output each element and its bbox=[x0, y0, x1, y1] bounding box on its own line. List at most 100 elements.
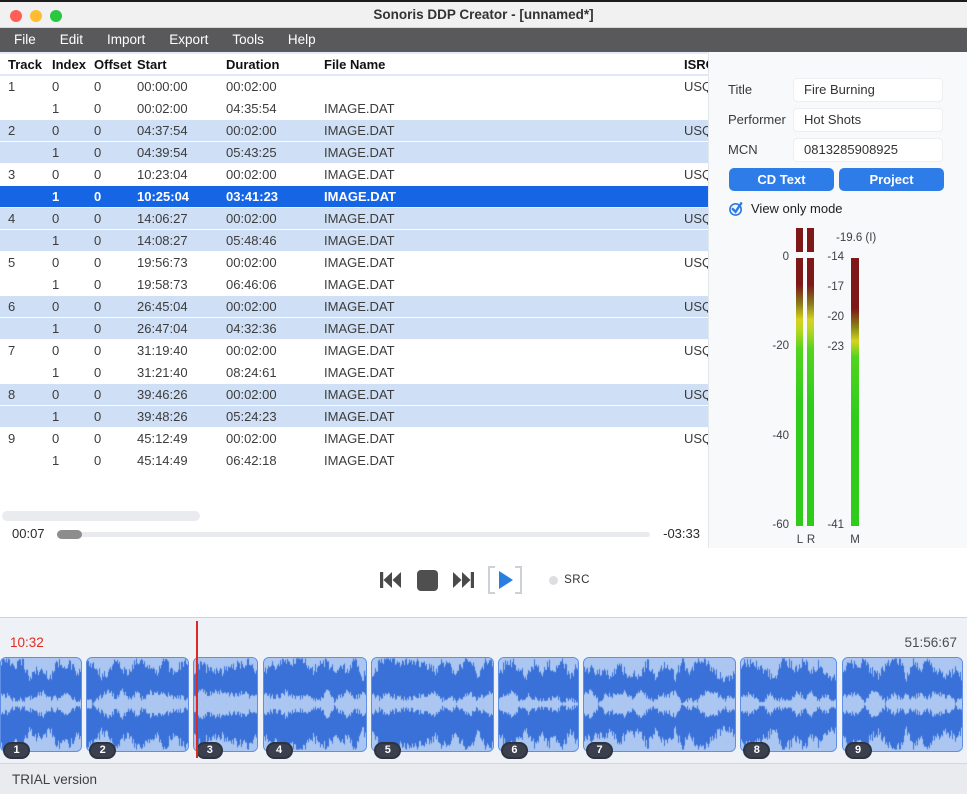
close-window-icon[interactable] bbox=[10, 10, 22, 22]
cell-start: 10:25:04 bbox=[137, 189, 226, 204]
track-number-badge[interactable]: 9 bbox=[845, 742, 872, 759]
cell-file: IMAGE.DAT bbox=[324, 101, 684, 116]
cell-file: IMAGE.DAT bbox=[324, 409, 684, 424]
track-table-panel: TrackIndexOffsetStartDurationFile NameIS… bbox=[0, 52, 708, 548]
table-row[interactable]: 60026:45:0400:02:00IMAGE.DATUSQ bbox=[0, 296, 708, 318]
table-row[interactable]: 1010:25:0403:41:23IMAGE.DAT bbox=[0, 186, 708, 208]
cell-track: 6 bbox=[8, 299, 52, 314]
waveform-clip-2[interactable] bbox=[86, 657, 189, 752]
previous-track-button[interactable] bbox=[377, 567, 403, 593]
cell-file: IMAGE.DAT bbox=[324, 277, 684, 292]
src-indicator-icon bbox=[549, 576, 558, 585]
track-number-badge[interactable]: 6 bbox=[501, 742, 528, 759]
cell-offset: 0 bbox=[94, 145, 137, 160]
playhead-line[interactable] bbox=[196, 621, 198, 758]
cell-file: IMAGE.DAT bbox=[324, 123, 684, 138]
cell-offset: 0 bbox=[94, 387, 137, 402]
next-track-button[interactable] bbox=[451, 567, 477, 593]
column-header-file[interactable]: File Name bbox=[324, 57, 684, 72]
channel-label-m: M bbox=[848, 534, 862, 546]
table-row[interactable]: 1004:39:5405:43:25IMAGE.DAT bbox=[0, 142, 708, 164]
waveform-clip-9[interactable] bbox=[842, 657, 963, 752]
column-header-isrc[interactable]: ISRC bbox=[684, 57, 708, 72]
cell-isrc: USQ bbox=[684, 255, 708, 270]
table-row[interactable]: 1019:58:7306:46:06IMAGE.DAT bbox=[0, 274, 708, 296]
column-header-index[interactable]: Index bbox=[52, 57, 94, 72]
cell-index: 0 bbox=[52, 79, 94, 94]
horizontal-scrollbar[interactable] bbox=[2, 511, 200, 521]
cell-offset: 0 bbox=[94, 101, 137, 116]
src-indicator-group[interactable]: SRC bbox=[549, 574, 590, 586]
meter-clip-right bbox=[807, 228, 814, 252]
column-header-offset[interactable]: Offset bbox=[94, 57, 137, 72]
waveform-clip-4[interactable] bbox=[263, 657, 368, 752]
cell-start: 45:12:49 bbox=[137, 431, 226, 446]
zoom-window-icon[interactable] bbox=[50, 10, 62, 22]
table-row[interactable]: 80039:46:2600:02:00IMAGE.DATUSQ bbox=[0, 384, 708, 406]
waveform-clip-6[interactable] bbox=[498, 657, 579, 752]
track-number-badge[interactable]: 7 bbox=[586, 742, 613, 759]
cell-index: 0 bbox=[52, 299, 94, 314]
cell-offset: 0 bbox=[94, 343, 137, 358]
seek-slider-thumb[interactable] bbox=[57, 530, 82, 539]
table-row[interactable]: 10000:00:0000:02:00USQ bbox=[0, 76, 708, 98]
cell-file: IMAGE.DAT bbox=[324, 387, 684, 402]
waveform-clip-8[interactable] bbox=[740, 657, 837, 752]
window-title: Sonoris DDP Creator - [unnamed*] bbox=[373, 7, 593, 22]
track-number-badge[interactable]: 3 bbox=[196, 742, 223, 759]
table-row[interactable]: 70031:19:4000:02:00IMAGE.DATUSQ bbox=[0, 340, 708, 362]
menu-item-edit[interactable]: Edit bbox=[48, 28, 95, 52]
table-row[interactable]: 30010:23:0400:02:00IMAGE.DATUSQ bbox=[0, 164, 708, 186]
cell-index: 0 bbox=[52, 431, 94, 446]
cell-isrc: USQ bbox=[684, 123, 708, 138]
table-row[interactable]: 90045:12:4900:02:00IMAGE.DATUSQ bbox=[0, 428, 708, 450]
waveform-clip-1[interactable] bbox=[0, 657, 82, 752]
table-row[interactable]: 1014:08:2705:48:46IMAGE.DAT bbox=[0, 230, 708, 252]
column-header-start[interactable]: Start bbox=[137, 57, 226, 72]
track-number-badge[interactable]: 8 bbox=[743, 742, 770, 759]
disc-info-panel: Title Fire Burning Performer Hot Shots M… bbox=[708, 52, 967, 548]
cell-index: 0 bbox=[52, 387, 94, 402]
cell-start: 19:56:73 bbox=[137, 255, 226, 270]
column-header-duration[interactable]: Duration bbox=[226, 57, 324, 72]
table-row[interactable]: 1045:14:4906:42:18IMAGE.DAT bbox=[0, 450, 708, 472]
track-number-badge[interactable]: 4 bbox=[266, 742, 293, 759]
table-row[interactable]: 40014:06:2700:02:00IMAGE.DATUSQ bbox=[0, 208, 708, 230]
cell-file: IMAGE.DAT bbox=[324, 233, 684, 248]
stop-button[interactable] bbox=[414, 567, 440, 593]
selection-bracket-left-icon bbox=[488, 566, 495, 594]
menu-item-file[interactable]: File bbox=[2, 28, 48, 52]
transport-strip: SRC bbox=[0, 548, 967, 617]
waveform-clip-5[interactable] bbox=[371, 657, 494, 752]
m-scale-tick: -14 bbox=[812, 251, 844, 263]
track-number-badge[interactable]: 5 bbox=[374, 742, 401, 759]
waveform-clip-3[interactable] bbox=[193, 657, 258, 752]
track-number-badge[interactable]: 1 bbox=[3, 742, 30, 759]
menu-item-help[interactable]: Help bbox=[276, 28, 328, 52]
table-row[interactable]: 1000:02:0004:35:54IMAGE.DAT bbox=[0, 98, 708, 120]
table-row[interactable]: 20004:37:5400:02:00IMAGE.DATUSQ bbox=[0, 120, 708, 142]
cell-track: 5 bbox=[8, 255, 52, 270]
track-number-badge[interactable]: 2 bbox=[89, 742, 116, 759]
cell-offset: 0 bbox=[94, 123, 137, 138]
cell-file: IMAGE.DAT bbox=[324, 167, 684, 182]
seek-slider-track[interactable] bbox=[57, 532, 650, 537]
cell-index: 1 bbox=[52, 409, 94, 424]
play-button[interactable] bbox=[488, 565, 522, 595]
cell-start: 04:39:54 bbox=[137, 145, 226, 160]
column-header-track[interactable]: Track bbox=[8, 57, 52, 72]
table-row[interactable]: 1026:47:0404:32:36IMAGE.DAT bbox=[0, 318, 708, 340]
cell-start: 19:58:73 bbox=[137, 277, 226, 292]
table-row[interactable]: 1031:21:4008:24:61IMAGE.DAT bbox=[0, 362, 708, 384]
menu-item-export[interactable]: Export bbox=[157, 28, 220, 52]
table-row[interactable]: 1039:48:2605:24:23IMAGE.DAT bbox=[0, 406, 708, 428]
menu-item-import[interactable]: Import bbox=[95, 28, 157, 52]
table-row[interactable]: 50019:56:7300:02:00IMAGE.DATUSQ bbox=[0, 252, 708, 274]
menu-item-tools[interactable]: Tools bbox=[220, 28, 276, 52]
cell-track: 3 bbox=[8, 167, 52, 182]
minimize-window-icon[interactable] bbox=[30, 10, 42, 22]
integrated-loudness-readout: -19.6 (I) bbox=[836, 232, 876, 244]
waveform-timeline-panel: 10:32 51:56:67 123456789 bbox=[0, 617, 967, 763]
cell-file: IMAGE.DAT bbox=[324, 431, 684, 446]
waveform-clip-7[interactable] bbox=[583, 657, 736, 752]
